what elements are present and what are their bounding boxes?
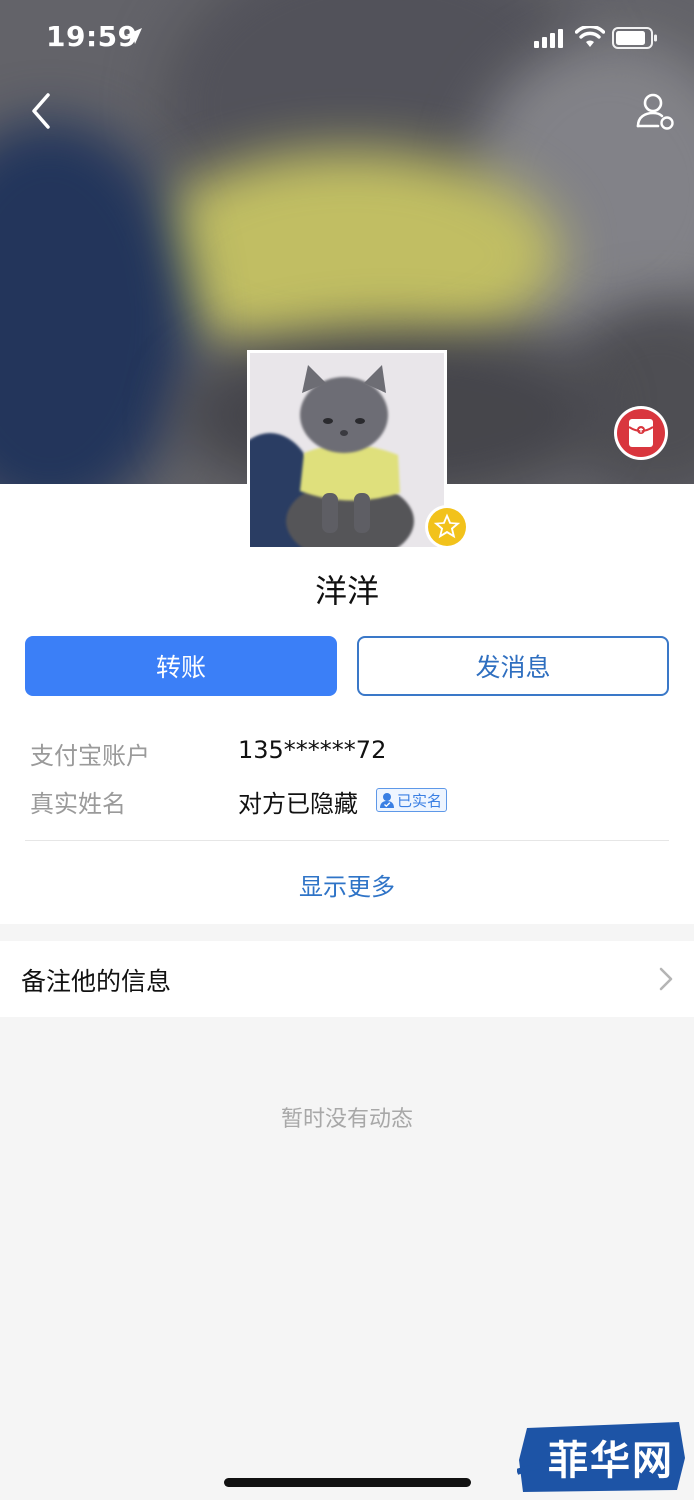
- red-packet-button[interactable]: [614, 406, 668, 460]
- avatar[interactable]: [247, 350, 447, 550]
- avatar-cat-image: [250, 353, 444, 547]
- verified-person-icon: [380, 793, 394, 808]
- nickname: 洋洋: [314, 572, 379, 610]
- profile-card: [0, 484, 694, 924]
- back-button[interactable]: [26, 90, 56, 132]
- cellular-signal-icon: [534, 29, 563, 48]
- verified-badge: 已实名: [376, 788, 448, 812]
- transfer-button[interactable]: 转账: [25, 636, 337, 696]
- location-arrow-icon: [126, 28, 142, 44]
- chevron-right-icon: [659, 967, 673, 991]
- empty-feed-text: 暂时没有动态: [280, 1107, 413, 1132]
- wifi-icon: [575, 26, 605, 47]
- account-label: 支付宝账户: [30, 742, 150, 770]
- remark-info-row[interactable]: 备注他的信息: [0, 941, 694, 1017]
- realname-value: 对方已隐藏: [238, 790, 358, 818]
- battery-icon: [612, 27, 657, 49]
- account-value: 135******72: [238, 736, 387, 764]
- watermark-text: 菲华网: [548, 1437, 674, 1484]
- red-packet-icon: [628, 419, 654, 447]
- profile-settings-button[interactable]: [634, 90, 676, 132]
- verified-label: 已实名: [397, 791, 443, 810]
- home-indicator: [224, 1478, 471, 1487]
- divider: [25, 840, 669, 841]
- show-more-link[interactable]: 显示更多: [0, 867, 694, 902]
- star-badge-icon: [425, 505, 469, 549]
- send-message-button[interactable]: 发消息: [357, 636, 669, 696]
- status-bar: 19:59: [0, 0, 694, 80]
- remark-label: 备注他的信息: [21, 967, 172, 996]
- realname-label: 真实姓名: [30, 790, 126, 818]
